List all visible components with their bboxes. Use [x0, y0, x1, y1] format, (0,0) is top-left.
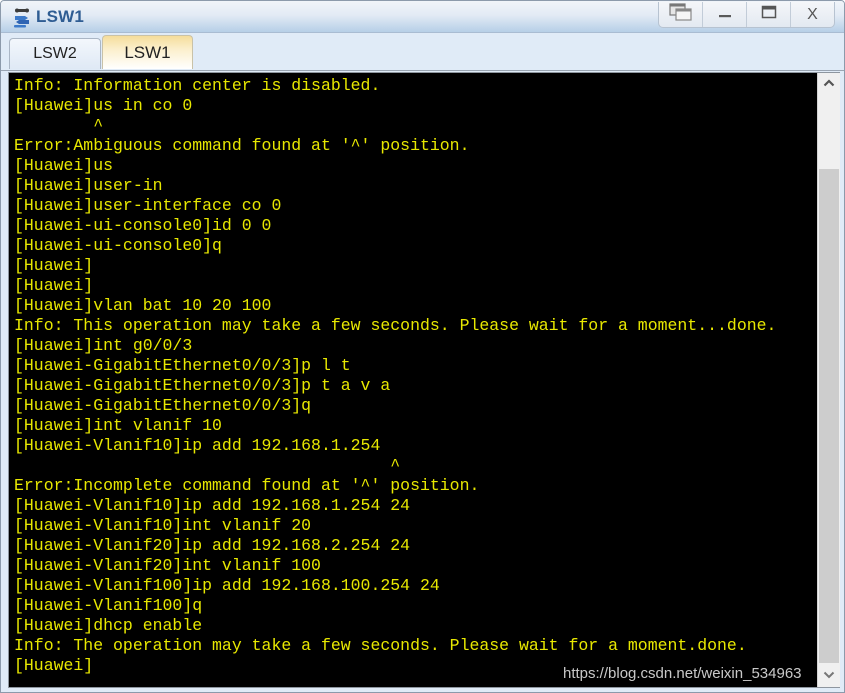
terminal-line: [Huawei]vlan bat 10 20 100 [14, 296, 272, 315]
terminal-console[interactable]: Info: Information center is disabled. [Hu… [9, 73, 815, 687]
terminal-line: [Huawei]dhcp enable [14, 616, 203, 635]
tab-label: LSW2 [33, 45, 77, 62]
terminal-line: [Huawei]int vlanif 10 [14, 416, 222, 435]
terminal-line: [Huawei]us in co 0 [14, 96, 193, 115]
terminal-line: [Huawei-Vlanif100]q [14, 596, 203, 615]
minimize-icon [718, 5, 732, 24]
scrollbar-thumb[interactable] [819, 169, 839, 663]
tab-lsw2[interactable]: LSW2 [9, 38, 101, 69]
terminal-line: Info: This operation may take a few seco… [14, 316, 777, 335]
terminal-line: [Huawei-Vlanif20]ip add 192.168.2.254 24 [14, 536, 411, 555]
terminal-line: ^ [14, 116, 104, 135]
cascade-button[interactable] [659, 2, 703, 27]
window-title: LSW1 [36, 7, 85, 26]
terminal-line: Info: Information center is disabled. [14, 76, 381, 95]
terminal-window: LSW1 X LSW2 LSW1 Info: Information cente… [0, 0, 845, 693]
terminal-line: [Huawei-Vlanif10]ip add 192.168.1.254 24 [14, 496, 411, 515]
chevron-up-icon [823, 75, 835, 93]
terminal-line: [Huawei]int g0/0/3 [14, 336, 193, 355]
terminal-line: [Huawei-GigabitEthernet0/0/3]p l t [14, 356, 351, 375]
switch-device-icon [12, 8, 32, 28]
terminal-line: [Huawei-GigabitEthernet0/0/3]q [14, 396, 312, 415]
terminal-line: ^ [14, 456, 401, 475]
terminal-line: [Huawei] [14, 276, 94, 295]
terminal-line: [Huawei-Vlanif100]ip add 192.168.100.254… [14, 576, 440, 595]
tab-lsw1[interactable]: LSW1 [102, 35, 193, 69]
scroll-up-button[interactable] [818, 73, 840, 95]
cascade-windows-icon [668, 3, 693, 26]
terminal-line: [Huawei]user-in [14, 176, 163, 195]
terminal-output: Info: Information center is disabled. [Hu… [14, 76, 776, 676]
tab-label: LSW1 [124, 42, 171, 62]
tab-bar: LSW2 LSW1 [1, 33, 844, 71]
terminal-panel: Info: Information center is disabled. [Hu… [8, 72, 840, 688]
close-button[interactable]: X [791, 2, 834, 27]
terminal-line: Info: The operation may take a few secon… [14, 636, 747, 655]
maximize-icon [761, 5, 777, 24]
terminal-line: [Huawei-ui-console0]q [14, 236, 222, 255]
terminal-line: Error:Ambiguous command found at '^' pos… [14, 136, 470, 155]
terminal-line: [Huawei-Vlanif10]int vlanif 20 [14, 516, 312, 535]
close-icon: X [807, 5, 818, 23]
terminal-line: [Huawei-Vlanif20]int vlanif 100 [14, 556, 321, 575]
vertical-scrollbar[interactable] [817, 73, 840, 687]
terminal-line: [Huawei]user-interface co 0 [14, 196, 282, 215]
terminal-line: [Huawei]us [14, 156, 114, 175]
title-bar[interactable]: LSW1 X [1, 1, 844, 33]
terminal-line: [Huawei] [14, 256, 94, 275]
watermark-text: https://blog.csdn.net/weixin_534963 [563, 665, 802, 682]
maximize-button[interactable] [747, 2, 791, 27]
terminal-line: [Huawei-Vlanif10]ip add 192.168.1.254 [14, 436, 381, 455]
terminal-line: [Huawei-GigabitEthernet0/0/3]p t a v a [14, 376, 391, 395]
minimize-button[interactable] [703, 2, 747, 27]
terminal-line: [Huawei-ui-console0]id 0 0 [14, 216, 272, 235]
terminal-line: Error:Incomplete command found at '^' po… [14, 476, 480, 495]
window-controls: X [658, 2, 835, 28]
